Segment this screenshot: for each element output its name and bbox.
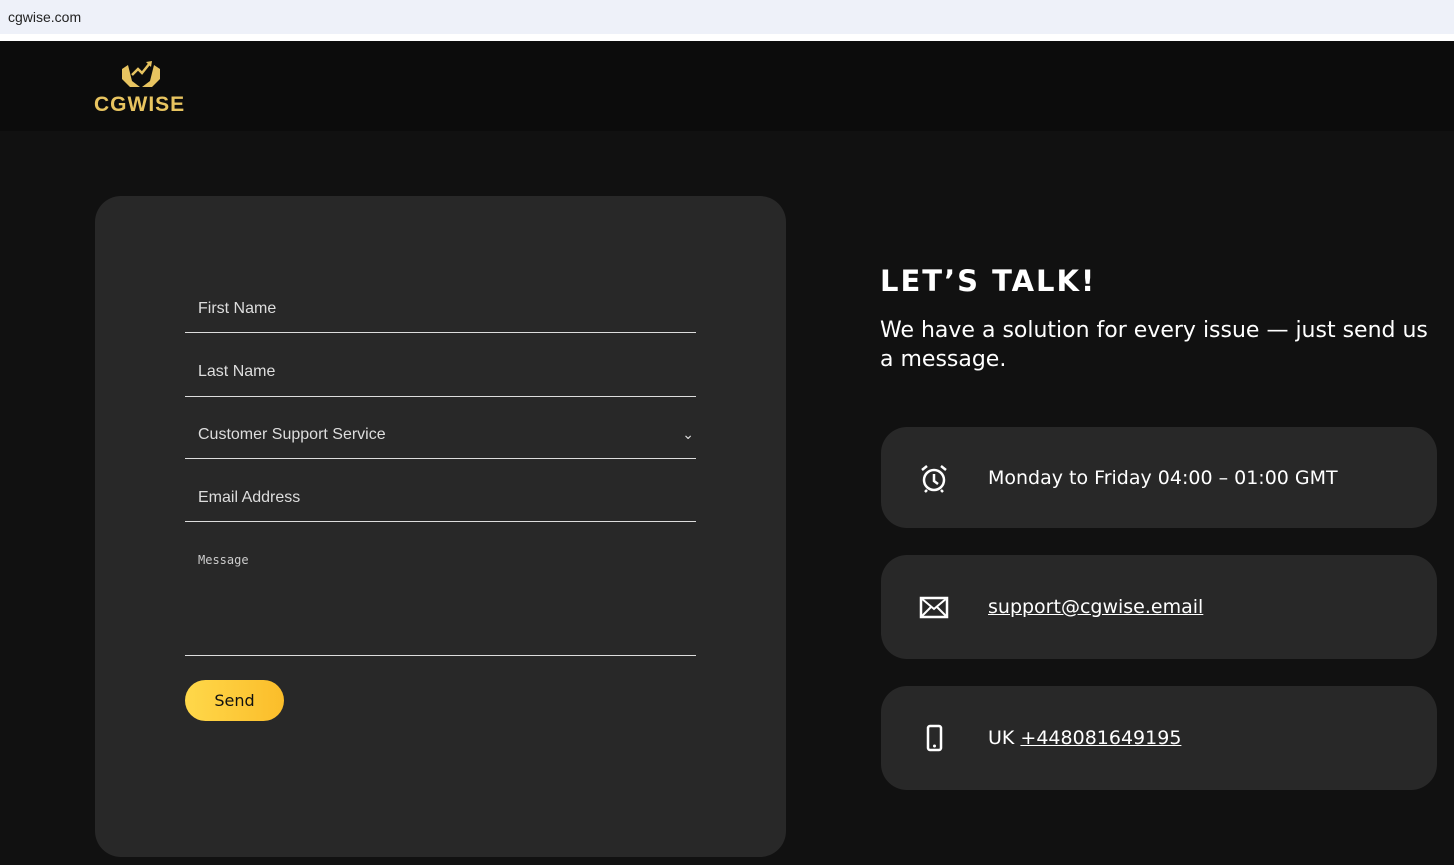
divider (0, 34, 1454, 41)
logo-hands-icon (122, 61, 160, 87)
site-header: CGWISE (0, 41, 1454, 131)
phone-link[interactable]: +448081649195 (1020, 727, 1181, 749)
address-bar[interactable]: cgwise.com (0, 0, 1454, 34)
contact-title: LET’S TALK! (880, 264, 1097, 298)
logo[interactable]: CGWISE (94, 57, 186, 117)
alarm-clock-icon (921, 464, 947, 493)
last-name-input[interactable]: Last Name (185, 363, 696, 397)
message-textarea[interactable]: Message (185, 553, 696, 656)
contact-subtitle: We have a solution for every issue — jus… (880, 318, 1428, 372)
chevron-down-icon: ⌄ (682, 426, 694, 442)
hours-card: Monday to Friday 04:00 – 01:00 GMT (881, 427, 1437, 528)
contact-form: First Name Last Name Customer Support Se… (95, 196, 786, 857)
mobile-phone-icon (926, 724, 943, 752)
support-email-link[interactable]: support@cgwise.email (988, 596, 1203, 618)
department-select[interactable]: Customer Support Service ⌄ (185, 426, 696, 459)
first-name-input[interactable]: First Name (185, 300, 696, 333)
email-card: support@cgwise.email (881, 555, 1437, 659)
email-input[interactable]: Email Address (185, 489, 696, 522)
send-button[interactable]: Send (185, 680, 284, 721)
phone-card: UK +448081649195 (881, 686, 1437, 790)
url-text: cgwise.com (8, 9, 82, 25)
envelope-icon (919, 596, 949, 619)
